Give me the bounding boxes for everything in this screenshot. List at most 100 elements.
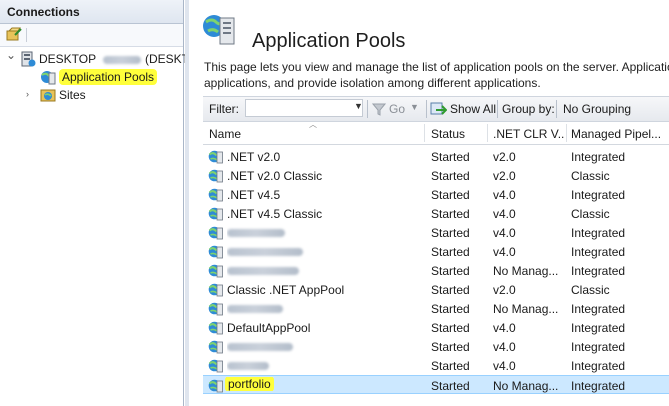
- show-all-icon: [430, 102, 447, 115]
- cell-clr-version: v4.0: [493, 245, 516, 259]
- table-row[interactable]: Started No Manag... Integrated: [203, 261, 669, 280]
- cell-managed-pipeline: Integrated: [571, 264, 626, 278]
- table-row[interactable]: Started No Manag... Integrated: [203, 299, 669, 318]
- show-all-button[interactable]: Show All: [430, 99, 496, 119]
- cell-clr-version: No Manag...: [493, 302, 559, 316]
- column-header-name[interactable]: Name: [209, 127, 419, 141]
- table-row[interactable]: Started v4.0 Integrated: [203, 242, 669, 261]
- cell-name: [227, 245, 422, 259]
- table-row[interactable]: Started v4.0 Integrated: [203, 223, 669, 242]
- highlighted-name: portfolio: [225, 377, 274, 391]
- go-label: Go: [389, 102, 406, 116]
- cell-clr-version: v4.0: [493, 359, 516, 373]
- redacted-text: [227, 343, 293, 351]
- page-title: Application Pools: [252, 30, 406, 53]
- table-row[interactable]: Classic .NET AppPool Started v2.0 Classic: [203, 280, 669, 299]
- column-separator[interactable]: [424, 124, 425, 142]
- application-pool-icon: [208, 283, 223, 297]
- sites-icon: [40, 89, 56, 102]
- tree-item-label: Application Pools: [59, 69, 158, 85]
- cell-name: .NET v2.0: [227, 150, 281, 164]
- application-pool-icon: [208, 207, 223, 221]
- tree-item-sites[interactable]: › Sites: [0, 86, 183, 104]
- pane-splitter[interactable]: [185, 0, 189, 406]
- cell-clr-version: No Manag...: [493, 264, 559, 278]
- cell-managed-pipeline: Integrated: [571, 321, 626, 335]
- table-row[interactable]: .NET v2.0 Classic Started v2.0 Classic: [203, 166, 669, 185]
- cell-managed-pipeline: Integrated: [571, 359, 626, 373]
- go-separator: [426, 100, 427, 118]
- filter-dropdown-icon[interactable]: ▼: [354, 101, 363, 111]
- group-by-separator: [556, 100, 557, 118]
- table-row[interactable]: Started v4.0 Integrated: [203, 356, 669, 375]
- cell-name: Classic .NET AppPool: [227, 283, 345, 297]
- cell-managed-pipeline: Classic: [571, 207, 610, 221]
- cell-managed-pipeline: Integrated: [571, 302, 626, 316]
- collapse-icon[interactable]: ⌄: [6, 49, 16, 61]
- server-icon: [21, 51, 36, 67]
- column-header-managed-pipeline[interactable]: Managed Pipel...: [571, 127, 669, 141]
- tree-item-application-pools[interactable]: Application Pools: [0, 68, 183, 86]
- cell-status: Started: [431, 188, 470, 202]
- table-row[interactable]: DefaultAppPool Started v4.0 Integrated: [203, 318, 669, 337]
- cell-status: Started: [431, 245, 470, 259]
- column-separator[interactable]: [487, 124, 488, 142]
- toolbar-separator: [26, 28, 27, 42]
- connections-title: Connections: [7, 5, 80, 19]
- cell-clr-version: v2.0: [493, 150, 516, 164]
- column-header-status[interactable]: Status: [431, 127, 485, 141]
- cell-status: Started: [431, 302, 470, 316]
- table-row[interactable]: .NET v4.5 Classic Started v4.0 Classic: [203, 204, 669, 223]
- application-pool-icon: [208, 188, 223, 202]
- cell-name: [227, 302, 422, 316]
- table-row[interactable]: .NET v4.5 Started v4.0 Integrated: [203, 185, 669, 204]
- cell-status: Started: [431, 169, 470, 183]
- cell-status: Started: [431, 321, 470, 335]
- cell-managed-pipeline: Integrated: [571, 245, 626, 259]
- show-all-label: Show All: [450, 102, 497, 116]
- cell-status: Started: [431, 283, 470, 297]
- go-button[interactable]: Go ▼: [372, 99, 422, 119]
- cell-clr-version: v4.0: [493, 321, 516, 335]
- redacted-text: [227, 229, 285, 237]
- show-all-separator: [497, 100, 498, 118]
- application-pool-icon: [208, 302, 223, 316]
- cell-clr-version: No Manag...: [493, 379, 559, 393]
- table-row[interactable]: portfolio Started No Manag... Integrated: [203, 375, 669, 394]
- cell-clr-version: v2.0: [493, 169, 516, 183]
- column-separator[interactable]: [566, 124, 567, 142]
- application-pool-icon: [208, 226, 223, 240]
- cell-status: Started: [431, 379, 470, 393]
- tree-item-label: Sites: [59, 88, 86, 102]
- cell-name: [227, 226, 422, 240]
- connections-toolbar: [0, 24, 183, 47]
- cell-name: .NET v4.5 Classic: [227, 207, 323, 221]
- cell-name: [227, 359, 422, 373]
- application-pool-icon: [208, 169, 223, 183]
- redacted-text: [227, 248, 303, 256]
- cell-clr-version: v4.0: [493, 226, 516, 240]
- connect-icon[interactable]: [6, 27, 22, 42]
- application-pool-icon: [208, 245, 223, 259]
- filter-input[interactable]: [245, 99, 363, 117]
- cell-name: DefaultAppPool: [227, 321, 311, 335]
- redacted-text: [227, 305, 283, 313]
- column-header-clr-version[interactable]: .NET CLR V...: [493, 127, 565, 141]
- redacted-text: [227, 362, 269, 370]
- cell-name: [227, 340, 422, 354]
- cell-clr-version: v4.0: [493, 340, 516, 354]
- table-row[interactable]: Started v4.0 Integrated: [203, 337, 669, 356]
- application-pool-icon: [208, 150, 223, 164]
- cell-status: Started: [431, 359, 470, 373]
- cell-status: Started: [431, 150, 470, 164]
- application-pools-icon: [41, 71, 56, 85]
- expand-icon[interactable]: ›: [26, 90, 35, 99]
- table-row[interactable]: .NET v2.0 Started v2.0 Integrated: [203, 147, 669, 166]
- filter-bar: Filter: ▼ Go ▼ Show All Group by: No Gro…: [203, 96, 669, 122]
- page-description: This page lets you view and manage the l…: [204, 59, 669, 91]
- tree-item-label: DESKTOP: [39, 52, 97, 66]
- tree-item-server[interactable]: ⌄ DESKTOP (DESKT: [0, 49, 189, 68]
- group-by-select[interactable]: No Grouping: [563, 102, 631, 116]
- application-pools-page: Application Pools This page lets you vie…: [190, 0, 669, 406]
- filter-label: Filter:: [209, 102, 239, 116]
